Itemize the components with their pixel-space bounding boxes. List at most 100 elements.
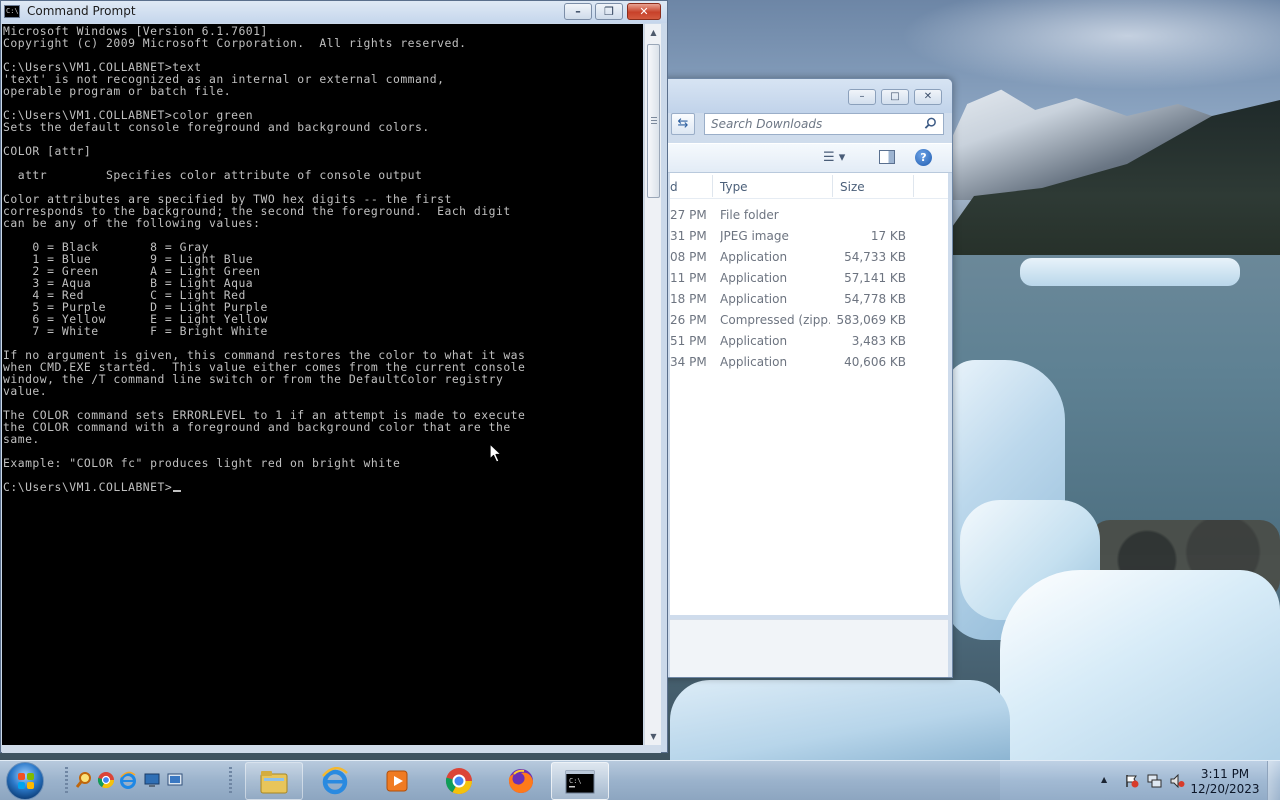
file-row[interactable]: 34 PM Application 40,606 KB bbox=[670, 351, 948, 372]
column-type[interactable]: Type bbox=[720, 180, 748, 194]
grip-icon bbox=[651, 117, 657, 124]
volume-muted-icon[interactable] bbox=[1170, 774, 1185, 788]
taskbar-app-media-player[interactable] bbox=[369, 762, 427, 800]
explorer-minimize-button[interactable]: – bbox=[848, 89, 876, 105]
file-row[interactable]: 51 PM Application 3,483 KB bbox=[670, 330, 948, 351]
svg-text:C:\: C:\ bbox=[569, 777, 582, 785]
start-button[interactable] bbox=[6, 762, 44, 800]
file-size: 583,069 KB bbox=[836, 313, 906, 327]
file-type: Application bbox=[720, 334, 788, 348]
explorer-address-row: ⇆ Search Downloads bbox=[661, 111, 952, 137]
explorer-maximize-button[interactable]: □ bbox=[881, 89, 909, 105]
command-prompt-window[interactable]: C:\ Command Prompt – ❐ ✕ Microsoft Windo… bbox=[0, 0, 668, 753]
taskbar-grip[interactable] bbox=[229, 767, 232, 795]
console-line: can be any of the following values: bbox=[3, 216, 261, 230]
file-row[interactable]: 27 PM File folder bbox=[670, 204, 948, 225]
file-date-modified: 27 PM bbox=[670, 208, 707, 222]
explorer-toolbar: ☰ ▾ ? bbox=[661, 143, 952, 173]
close-icon: ✕ bbox=[639, 5, 649, 18]
preview-pane-icon[interactable] bbox=[879, 150, 895, 164]
chrome-icon[interactable] bbox=[97, 771, 115, 789]
file-row[interactable]: 08 PM Application 54,733 KB bbox=[670, 246, 948, 267]
file-list-header: d Type Size bbox=[670, 173, 948, 199]
explorer-search-input[interactable]: Search Downloads bbox=[704, 113, 944, 135]
file-size: 3,483 KB bbox=[851, 334, 906, 348]
explorer-titlebar[interactable]: – □ ✕ bbox=[661, 79, 952, 113]
scroll-down-arrow-icon[interactable]: ▼ bbox=[645, 728, 662, 745]
change-view-icon[interactable]: ☰ ▾ bbox=[823, 150, 845, 165]
file-date-modified: 34 PM bbox=[670, 355, 707, 369]
minimize-icon: – bbox=[575, 5, 581, 18]
console-line: Copyright (c) 2009 Microsoft Corporation… bbox=[3, 36, 467, 50]
wallpaper-clouds bbox=[900, 0, 1280, 90]
column-divider[interactable] bbox=[712, 175, 713, 197]
clock-date: 12/20/2023 bbox=[1190, 782, 1260, 796]
scrollbar-thumb[interactable] bbox=[647, 44, 660, 198]
file-row[interactable]: 11 PM Application 57,141 KB bbox=[670, 267, 948, 288]
taskbar-grip[interactable] bbox=[65, 767, 68, 795]
column-divider[interactable] bbox=[832, 175, 833, 197]
explorer-window-downloads[interactable]: – □ ✕ ⇆ Search Downloads ☰ ▾ ? d Type Si… bbox=[660, 78, 953, 678]
console-line: COLOR [attr] bbox=[3, 144, 92, 158]
console-line: Sets the default console foreground and … bbox=[3, 120, 430, 134]
vertical-scrollbar[interactable]: ▲ ▼ bbox=[644, 24, 661, 745]
windows-logo-icon bbox=[18, 773, 34, 789]
restore-icon: ❐ bbox=[604, 5, 614, 18]
explorer-close-button[interactable]: ✕ bbox=[914, 89, 942, 105]
console-prompt-line: C:\Users\VM1.COLLABNET> bbox=[3, 481, 643, 493]
chrome-icon bbox=[445, 768, 473, 795]
file-row[interactable]: 18 PM Application 54,778 KB bbox=[670, 288, 948, 309]
command-prompt-icon[interactable]: C:\ bbox=[4, 5, 20, 18]
file-date-modified: 31 PM bbox=[670, 229, 707, 243]
taskbar-app-firefox[interactable] bbox=[493, 762, 551, 800]
computer-icon[interactable] bbox=[143, 771, 161, 789]
window-title: Command Prompt bbox=[27, 4, 136, 18]
network-status-icon[interactable] bbox=[1147, 774, 1162, 788]
minimize-button[interactable]: – bbox=[564, 3, 592, 20]
console-output[interactable]: Microsoft Windows [Version 6.1.7601] Copy… bbox=[2, 24, 643, 745]
internet-explorer-icon[interactable] bbox=[119, 771, 137, 789]
system-clock[interactable]: 3:11 PM 12/20/2023 bbox=[1190, 767, 1260, 797]
refresh-icon[interactable]: ⇆ bbox=[671, 113, 695, 135]
column-date-modified[interactable]: d bbox=[670, 180, 678, 194]
file-size: 57,141 KB bbox=[844, 271, 906, 285]
search-icon[interactable] bbox=[924, 117, 937, 130]
explorer-details-pane bbox=[670, 619, 948, 677]
taskbar: C:\ ▲ 3:11 PM 12/20/2023 bbox=[0, 760, 1280, 800]
console-line: Example: "COLOR fc" produces light red o… bbox=[3, 456, 401, 470]
taskbar-app-windows-explorer[interactable] bbox=[245, 762, 303, 800]
clock-time: 3:11 PM bbox=[1200, 767, 1250, 781]
help-icon[interactable]: ? bbox=[915, 149, 932, 166]
column-size[interactable]: Size bbox=[840, 180, 865, 194]
file-date-modified: 11 PM bbox=[670, 271, 707, 285]
taskbar-app-internet-explorer[interactable] bbox=[307, 762, 365, 800]
console-prompt: C:\Users\VM1.COLLABNET> bbox=[3, 480, 173, 494]
window-bottom-border bbox=[2, 745, 661, 753]
show-hidden-icons-button[interactable]: ▲ bbox=[1101, 775, 1107, 784]
command-prompt-titlebar[interactable]: C:\ Command Prompt – ❐ ✕ bbox=[1, 1, 667, 23]
scroll-up-arrow-icon[interactable]: ▲ bbox=[645, 24, 662, 41]
close-button[interactable]: ✕ bbox=[627, 3, 661, 20]
file-date-modified: 08 PM bbox=[670, 250, 707, 264]
console-line: window, the /T command line switch or fr… bbox=[3, 372, 504, 386]
action-center-flag-icon[interactable] bbox=[1124, 774, 1139, 788]
console-line: attr Specifies color attribute of consol… bbox=[3, 168, 423, 182]
taskbar-app-google-chrome[interactable] bbox=[431, 762, 489, 800]
file-row[interactable]: 31 PM JPEG image 17 KB bbox=[670, 225, 948, 246]
file-row[interactable]: 26 PM Compressed (zipp... 583,069 KB bbox=[670, 309, 948, 330]
console-text: Microsoft Windows [Version 6.1.7601] Copy… bbox=[2, 24, 643, 493]
show-desktop-button[interactable] bbox=[1267, 761, 1280, 800]
network-icon[interactable] bbox=[166, 771, 184, 789]
explorer-file-list[interactable]: d Type Size 27 PM File folder 31 PM JPEG im… bbox=[670, 173, 948, 615]
restore-button[interactable]: ❐ bbox=[595, 3, 623, 20]
file-type: File folder bbox=[720, 208, 779, 222]
column-divider[interactable] bbox=[913, 175, 914, 197]
file-size: 17 KB bbox=[870, 229, 906, 243]
file-size: 40,606 KB bbox=[844, 355, 906, 369]
taskbar-app-command-prompt[interactable]: C:\ bbox=[551, 762, 609, 800]
file-type: Compressed (zipp... bbox=[720, 313, 830, 327]
search-icon[interactable] bbox=[75, 771, 93, 789]
file-size: 54,778 KB bbox=[844, 292, 906, 306]
file-size: 54,733 KB bbox=[844, 250, 906, 264]
